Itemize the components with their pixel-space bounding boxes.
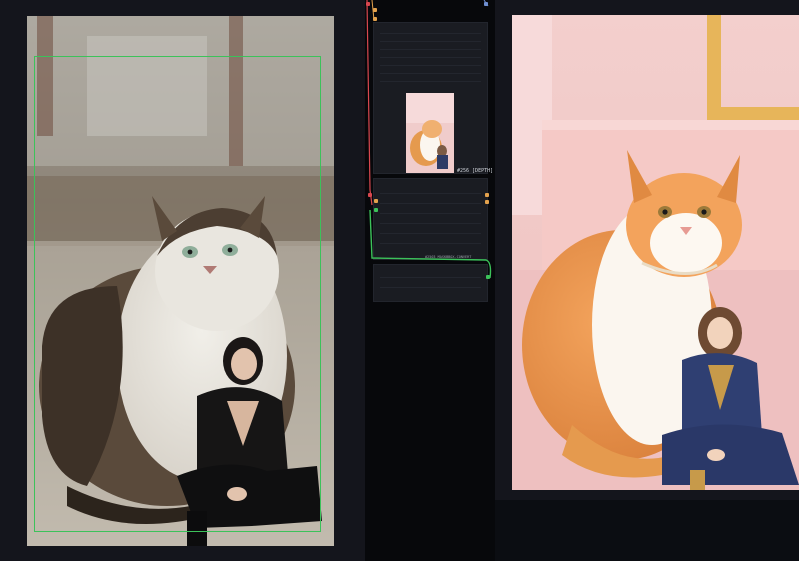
output-port-image[interactable] <box>486 275 490 279</box>
output-port-latent[interactable] <box>484 2 488 6</box>
input-port-image[interactable] <box>374 208 378 212</box>
output-image-preview <box>512 15 799 490</box>
input-port-conditioning[interactable] <box>373 8 377 12</box>
link-label: #2503 MASKBBOX.CONVERT <box>425 255 472 259</box>
input-port-mask-2[interactable] <box>368 193 372 197</box>
output-port-conditioning[interactable] <box>485 200 489 204</box>
input-port-mask[interactable] <box>366 2 370 6</box>
image-size-label: #256 [DEPTH] <box>457 168 494 174</box>
output-port-bbox[interactable] <box>485 193 489 197</box>
output-node[interactable] <box>373 264 488 302</box>
input-port-bbox[interactable] <box>374 199 378 203</box>
mask-convert-node[interactable] <box>373 178 488 260</box>
thumbnail-image <box>406 93 454 173</box>
input-photo <box>27 16 334 546</box>
input-port-conditioning-2[interactable] <box>373 17 377 21</box>
output-photo <box>512 15 799 490</box>
middle-node-column: #256 [DEPTH] #2503 MASKBBOX.CONVERT <box>365 0 495 561</box>
node-graph-canvas[interactable]: #256 [DEPTH] #2503 MASKBBOX.CONVERT <box>0 0 799 561</box>
generated-thumbnail[interactable] <box>406 93 454 173</box>
input-image-preview <box>27 16 334 546</box>
